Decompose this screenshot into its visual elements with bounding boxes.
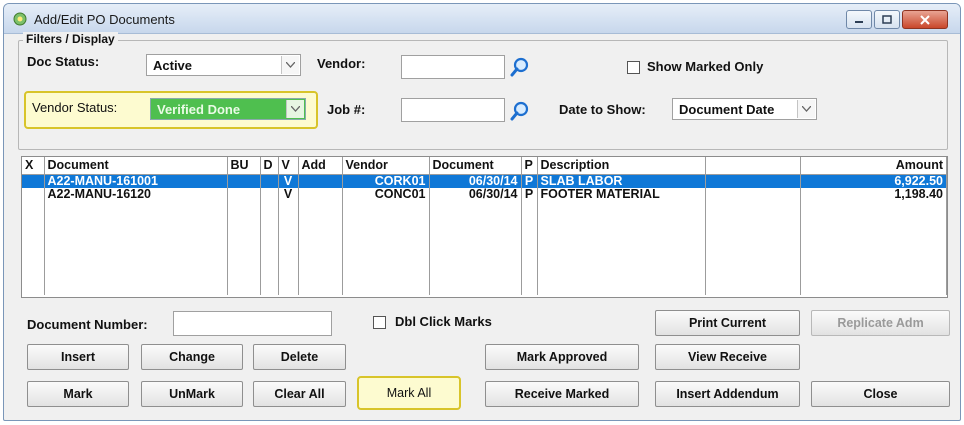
col-header-vendor[interactable]: Vendor	[342, 157, 430, 175]
view-receive-button[interactable]: View Receive	[655, 344, 800, 370]
cell-p: P	[521, 174, 538, 188]
cell-d	[260, 187, 279, 201]
col-header-d[interactable]: D	[260, 157, 279, 175]
mark-approved-button[interactable]: Mark Approved	[485, 344, 639, 370]
documents-grid[interactable]: X Document BU D V Add Vendor Document P …	[21, 156, 948, 298]
receive-marked-button[interactable]: Receive Marked	[485, 381, 639, 407]
mark-button[interactable]: Mark	[27, 381, 129, 407]
cell-document-date: 06/30/14	[429, 174, 522, 188]
cell-v: V	[278, 174, 299, 188]
cell-extra	[705, 187, 801, 201]
insert-addendum-button[interactable]: Insert Addendum	[655, 381, 800, 407]
cell-vendor: CORK01	[342, 174, 430, 188]
maximize-icon	[882, 15, 892, 24]
vendor-input[interactable]	[401, 55, 505, 79]
doc-status-value: Active	[153, 58, 193, 73]
grid-header-row: X Document BU D V Add Vendor Document P …	[22, 157, 947, 175]
delete-button[interactable]: Delete	[253, 344, 346, 370]
cell-vendor: CONC01	[342, 187, 430, 201]
col-header-description[interactable]: Description	[537, 157, 706, 175]
print-current-button[interactable]: Print Current	[655, 310, 800, 336]
clear-all-button[interactable]: Clear All	[253, 381, 346, 407]
po-documents-window: Add/Edit PO Documents Filters / Display …	[3, 3, 961, 421]
col-header-amount[interactable]: Amount	[800, 157, 947, 175]
chevron-down-icon[interactable]	[281, 56, 299, 74]
minimize-button[interactable]	[846, 10, 872, 29]
col-header-add[interactable]: Add	[298, 157, 343, 175]
chevron-down-icon[interactable]	[797, 100, 815, 118]
vendor-status-label: Vendor Status:	[32, 100, 118, 115]
cell-v: V	[278, 187, 299, 201]
close-icon	[920, 14, 930, 25]
show-marked-only-label: Show Marked Only	[647, 59, 764, 74]
change-button[interactable]: Change	[141, 344, 243, 370]
date-to-show-value: Document Date	[679, 102, 775, 117]
app-icon	[13, 12, 27, 26]
cell-p: P	[521, 187, 538, 201]
cell-document: A22-MANU-16120	[44, 187, 228, 201]
show-marked-only-checkbox[interactable]	[627, 61, 640, 74]
cell-bu	[227, 174, 261, 188]
cell-document-date: 06/30/14	[429, 187, 522, 201]
doc-status-label: Doc Status:	[27, 54, 100, 69]
maximize-button[interactable]	[874, 10, 900, 29]
date-to-show-select[interactable]: Document Date	[672, 98, 817, 120]
document-number-label: Document Number:	[27, 317, 148, 332]
replicate-adm-button[interactable]: Replicate Adm	[811, 310, 950, 336]
cell-amount: 6,922.50	[800, 174, 947, 188]
vendor-label: Vendor:	[317, 56, 366, 71]
col-header-v[interactable]: V	[278, 157, 299, 175]
cell-add	[298, 187, 343, 201]
job-label: Job #:	[327, 102, 366, 117]
chevron-down-icon[interactable]	[286, 100, 304, 118]
job-search-icon[interactable]	[509, 100, 531, 122]
cell-amount: 1,198.40	[800, 187, 947, 201]
col-header-document[interactable]: Document	[44, 157, 228, 175]
mark-all-button[interactable]: Mark All	[357, 376, 461, 410]
table-row[interactable]: A22-MANU-161001 V CORK01 06/30/14 P SLAB…	[22, 174, 947, 188]
cell-document: A22-MANU-161001	[44, 174, 228, 188]
insert-button[interactable]: Insert	[27, 344, 129, 370]
close-window-button[interactable]	[902, 10, 948, 29]
col-header-p[interactable]: P	[521, 157, 538, 175]
col-header-document-date[interactable]: Document	[429, 157, 522, 175]
cell-x	[22, 174, 45, 188]
cell-add	[298, 174, 343, 188]
filters-legend: Filters / Display	[23, 32, 118, 46]
cell-description: SLAB LABOR	[537, 174, 706, 188]
dbl-click-marks-label: Dbl Click Marks	[395, 314, 492, 329]
col-header-bu[interactable]: BU	[227, 157, 261, 175]
cell-extra	[705, 174, 801, 188]
table-row[interactable]: A22-MANU-16120 V CONC01 06/30/14 P FOOTE…	[22, 187, 947, 201]
document-number-input[interactable]	[173, 311, 332, 336]
col-header-blank[interactable]	[705, 157, 801, 175]
empty-grid-area	[22, 200, 947, 295]
unmark-button[interactable]: UnMark	[141, 381, 243, 407]
cell-x	[22, 187, 45, 201]
job-number-input[interactable]	[401, 98, 505, 122]
vendor-status-value: Verified Done	[157, 102, 241, 117]
date-to-show-label: Date to Show:	[559, 102, 646, 117]
cell-bu	[227, 187, 261, 201]
cell-description: FOOTER MATERIAL	[537, 187, 706, 201]
doc-status-select[interactable]: Active	[146, 54, 301, 76]
minimize-icon	[855, 20, 863, 23]
dbl-click-marks-checkbox[interactable]	[373, 316, 386, 329]
title-bar[interactable]: Add/Edit PO Documents	[4, 4, 960, 34]
close-button[interactable]: Close	[811, 381, 950, 407]
window-title: Add/Edit PO Documents	[34, 12, 175, 27]
vendor-search-icon[interactable]	[509, 56, 531, 78]
vendor-status-select[interactable]: Verified Done	[150, 98, 306, 120]
cell-d	[260, 174, 279, 188]
col-header-x[interactable]: X	[22, 157, 45, 175]
